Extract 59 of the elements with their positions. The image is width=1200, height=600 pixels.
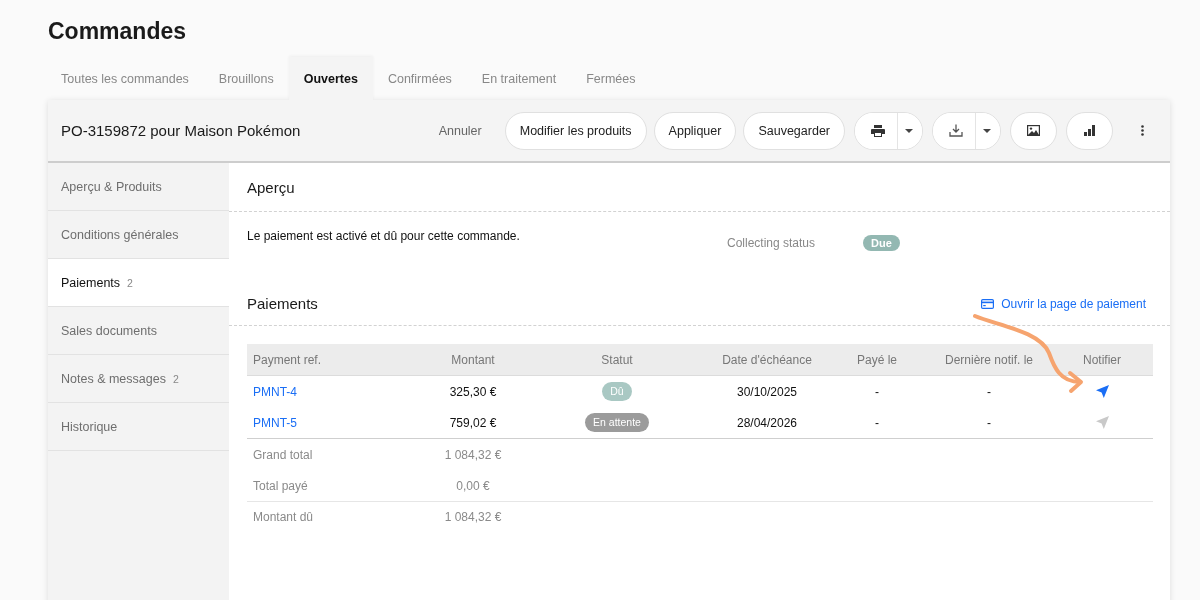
- column-header: Statut: [600, 352, 634, 367]
- table-cell-text: -: [874, 384, 880, 399]
- column-header: Montant: [450, 352, 496, 367]
- table-cell-text: 28/04/2026: [735, 415, 799, 430]
- payment-link[interactable]: PMNT-5: [253, 415, 297, 430]
- column-header: Payment ref.: [252, 352, 323, 367]
- download-button[interactable]: [933, 112, 976, 149]
- table-cell-text: -: [986, 415, 992, 430]
- total-label: Grand total: [252, 447, 314, 462]
- total-value: 1 084,32 €: [443, 510, 503, 524]
- total-value: 1 084,32 €: [443, 447, 503, 462]
- status-badge: Due: [863, 235, 900, 251]
- column-header: Notifier: [1082, 352, 1122, 367]
- tab[interactable]: Toutes les commandes: [48, 57, 204, 100]
- image-icon: [1027, 125, 1040, 136]
- caret-icon: [983, 128, 991, 133]
- status-badge: En attente: [585, 413, 649, 432]
- tab[interactable]: Brouillons: [203, 57, 289, 100]
- more-icon: [1140, 125, 1144, 136]
- item-count: 2: [127, 276, 133, 289]
- total-label: Total payé: [252, 478, 309, 493]
- caret-icon: [905, 128, 913, 133]
- tab[interactable]: Fermées: [571, 57, 651, 100]
- field-label: Collecting status: [727, 236, 817, 250]
- status-badge: Dû: [602, 382, 632, 401]
- payment-link[interactable]: PMNT-4: [253, 384, 297, 399]
- send-icon[interactable]: [1095, 385, 1109, 398]
- order-title: PO-3159872 pour Maison Pokémon: [61, 122, 302, 139]
- action-button[interactable]: Appliquer: [653, 111, 737, 150]
- column-header: Date d'échéance: [721, 352, 813, 367]
- section-heading: Aperçu: [247, 178, 295, 196]
- chart-button[interactable]: [1066, 111, 1113, 150]
- action-button[interactable]: Sauvegarder: [743, 111, 845, 150]
- total-label: Montant dû: [252, 510, 315, 524]
- item-count: 2: [172, 372, 179, 385]
- section-heading: Paiements: [247, 294, 318, 312]
- total-value: 0,00 €: [455, 478, 491, 493]
- cancel-button[interactable]: Annuler: [426, 111, 494, 150]
- table-cell-text: 759,02 €: [448, 415, 498, 430]
- tab[interactable]: En traitement: [466, 57, 572, 100]
- download-icon: [949, 124, 963, 137]
- sidebar-item[interactable]: Paiements 2: [48, 259, 229, 307]
- table-cell-text: 30/10/2025: [735, 384, 799, 399]
- tab[interactable]: Confirmées: [372, 57, 467, 100]
- table-cell-text: -: [874, 415, 880, 430]
- tab[interactable]: Ouvertes: [288, 57, 373, 100]
- column-header: Dernière notif. le: [943, 352, 1034, 367]
- column-header: Payé le: [856, 352, 898, 367]
- payment-page-link[interactable]: Ouvrir la page de paiement: [981, 296, 1146, 311]
- card-icon: [981, 298, 995, 309]
- bar-chart-icon: [1084, 125, 1095, 136]
- page-title: Commandes: [48, 17, 187, 45]
- table-cell-text: 325,30 €: [448, 384, 498, 399]
- action-button[interactable]: Modifier les produits: [504, 111, 647, 150]
- image-button[interactable]: [1010, 111, 1057, 150]
- printer-icon: [871, 124, 885, 137]
- print-button[interactable]: [855, 112, 898, 149]
- payment-message: Le paiement est activé et dû pour cette commande.: [247, 229, 521, 245]
- table-cell-text: -: [986, 384, 992, 399]
